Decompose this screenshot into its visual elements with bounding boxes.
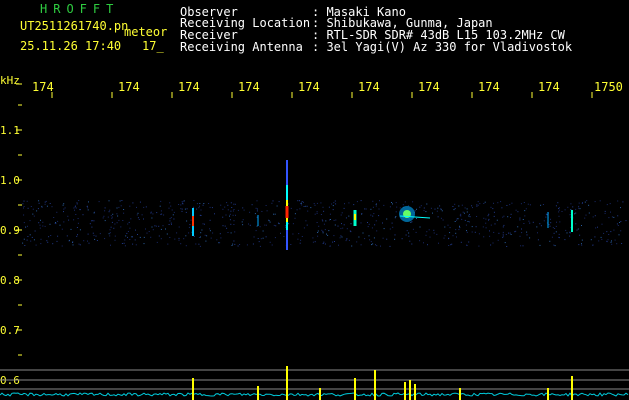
noise-band (22, 200, 627, 247)
meteor-echoes (192, 160, 573, 250)
spectrogram-plot (0, 83, 629, 400)
hrofft-spectrogram-screen: HROFFT UT2511261740.pn meteor 25.11.26 1… (0, 0, 629, 400)
freq-axis-ticks (16, 83, 22, 381)
time-axis-ticks (51, 92, 593, 98)
signal-level-trace (0, 366, 629, 400)
